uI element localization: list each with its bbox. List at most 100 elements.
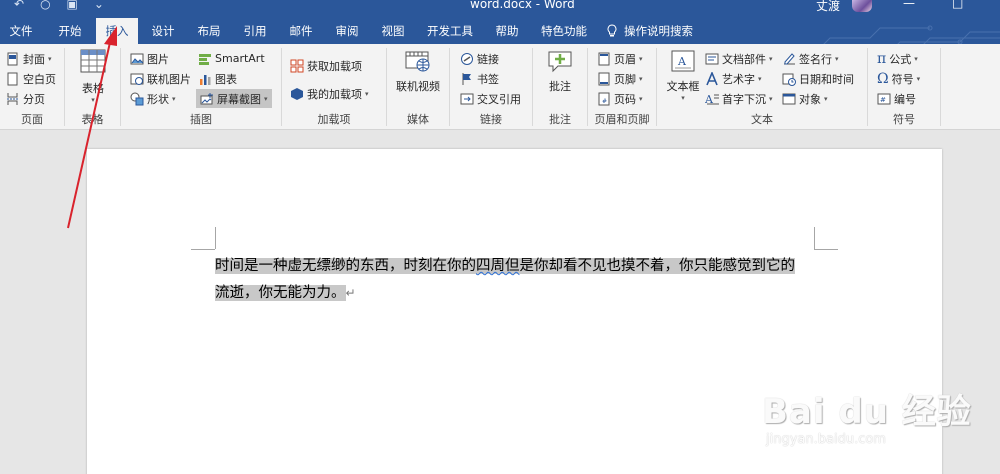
link-icon <box>461 52 473 65</box>
customize-qat-icon[interactable]: ⌄ <box>94 0 104 11</box>
shapes-label: 形状 <box>147 92 169 106</box>
document-body-text[interactable]: 时间是一种虚无缥缈的东西，时刻在你的四周但是你却看不见也摸不着，你只能感觉到它的… <box>215 253 815 307</box>
my-addins-button[interactable]: 我的加载项 ▾ <box>290 84 369 103</box>
document-title: word.docx - Word <box>470 0 575 11</box>
tab-design[interactable]: 设计 <box>142 18 184 44</box>
cover-page-label: 封面 <box>23 52 45 66</box>
get-addins-button[interactable]: 获取加载项 <box>290 56 362 75</box>
online-pictures-label: 联机图片 <box>147 72 191 86</box>
symbol-button[interactable]: Ω 符号 ▾ <box>877 69 920 88</box>
signature-line-button[interactable]: 签名行 ▾ <box>782 49 839 68</box>
textbox-icon: A <box>671 50 695 72</box>
tab-layout[interactable]: 布局 <box>188 18 230 44</box>
cross-reference-button[interactable]: 交叉引用 <box>460 89 521 108</box>
redo-icon[interactable]: ○ <box>40 0 50 11</box>
bookmark-button[interactable]: 书签 <box>460 69 499 88</box>
tab-references[interactable]: 引用 <box>234 18 276 44</box>
spelling-underlined-text[interactable]: 四周但 <box>476 258 520 274</box>
textbox-label: 文本框 <box>666 80 700 93</box>
online-video-icon <box>405 51 430 72</box>
chart-icon <box>200 74 211 85</box>
wordart-icon <box>706 71 718 85</box>
tab-file[interactable]: 文件 <box>0 18 42 44</box>
equation-button[interactable]: π 公式 ▾ <box>877 49 918 68</box>
table-button[interactable]: 表格 ▾ <box>77 48 109 104</box>
crop-mark <box>215 227 216 249</box>
drop-cap-button[interactable]: A 首字下沉 ▾ <box>705 89 773 108</box>
tab-help[interactable]: 帮助 <box>486 18 528 44</box>
my-addins-icon <box>291 87 303 100</box>
page-number-button[interactable]: # 页码 ▾ <box>597 89 643 108</box>
cover-page-button[interactable]: 封面 ▾ <box>6 49 52 68</box>
online-pictures-button[interactable]: 联机图片 <box>130 69 191 88</box>
group-symbols: π 公式 ▾ Ω 符号 ▾ # 编号 符号 <box>868 44 940 130</box>
wordart-button[interactable]: 艺术字 ▾ <box>705 69 762 88</box>
link-button[interactable]: 链接 <box>460 49 499 68</box>
cover-page-icon <box>7 52 18 65</box>
screenshot-icon <box>200 92 213 104</box>
avatar[interactable] <box>852 0 872 12</box>
smartart-label: SmartArt <box>215 52 265 65</box>
tab-insert[interactable]: 插入 <box>96 18 138 45</box>
tell-me-search[interactable]: 操作说明搜索 <box>606 18 716 44</box>
tab-special-features[interactable]: 特色功能 <box>534 18 594 44</box>
online-video-label: 联机视频 <box>396 80 440 93</box>
cross-reference-label: 交叉引用 <box>477 92 521 106</box>
table-icon <box>80 49 106 73</box>
selected-text-line-1b[interactable]: 是你却看不见也摸不着，你只能感觉到它的 <box>519 258 795 274</box>
new-comment-label: 批注 <box>549 80 571 93</box>
new-comment-button[interactable]: 批注 <box>541 48 579 94</box>
undo-icon[interactable]: ↶ <box>14 0 24 11</box>
pictures-button[interactable]: 图片 <box>130 49 169 68</box>
screenshot-button[interactable]: 屏幕截图 ▾ <box>196 89 272 108</box>
calendar-clock-icon <box>782 73 796 86</box>
chart-button[interactable]: 图表 <box>198 69 237 88</box>
group-label-pages: 页面 <box>21 113 43 126</box>
minimize-button[interactable]: — <box>903 0 915 10</box>
number-button[interactable]: # 编号 <box>877 89 916 108</box>
footer-icon <box>598 72 610 85</box>
tab-home[interactable]: 开始 <box>48 18 92 44</box>
restore-button[interactable]: □ <box>952 0 963 10</box>
shapes-button[interactable]: 形状 ▾ <box>130 89 176 108</box>
selected-text-line-1a[interactable]: 时间是一种虚无缥缈的东西，时刻在你的 <box>215 258 476 274</box>
number-label: 编号 <box>894 92 916 106</box>
user-name[interactable]: 丈渡 <box>816 0 840 14</box>
smartart-button[interactable]: SmartArt <box>198 49 265 68</box>
touch-mode-icon[interactable]: ▣ <box>67 0 78 11</box>
crop-mark <box>814 227 815 249</box>
textbox-button[interactable]: A 文本框 ▾ <box>663 48 703 102</box>
quick-parts-button[interactable]: 文档部件 ▾ <box>705 49 773 68</box>
tab-mailings[interactable]: 邮件 <box>280 18 322 44</box>
drop-cap-label: 首字下沉 <box>722 92 766 106</box>
watermark-url: jingyan.baidu.com <box>766 432 886 447</box>
number-icon: # <box>877 93 891 104</box>
tab-view[interactable]: 视图 <box>372 18 414 44</box>
cross-reference-icon <box>460 93 474 104</box>
baidu-watermark: Bai du 经验 jingyan.baidu.com <box>762 384 992 454</box>
group-illustrations: 图片 联机图片 形状 ▾ SmartArt 图表 屏幕截图 ▾ 插图 <box>121 44 281 130</box>
group-label-comments: 批注 <box>549 113 571 126</box>
tab-developer[interactable]: 开发工具 <box>420 18 480 44</box>
object-button[interactable]: 对象 ▾ <box>782 89 828 108</box>
footer-button[interactable]: 页脚 ▾ <box>597 69 643 88</box>
svg-text:#: # <box>602 98 607 105</box>
omega-icon: Ω <box>877 70 889 87</box>
signature-line-label: 签名行 <box>799 52 832 66</box>
watermark-logo-text: Bai du 经验 <box>762 392 972 432</box>
tab-review[interactable]: 审阅 <box>326 18 368 44</box>
date-time-button[interactable]: 日期和时间 <box>782 69 854 88</box>
group-label-media: 媒体 <box>407 113 429 126</box>
online-picture-icon <box>130 73 144 85</box>
page-break-label: 分页 <box>23 92 45 106</box>
group-label-links: 链接 <box>480 113 502 126</box>
selected-text-line-2[interactable]: 流逝，你无能为力。 <box>215 285 346 301</box>
object-label: 对象 <box>799 92 821 106</box>
header-button[interactable]: 页眉 ▾ <box>597 49 643 68</box>
online-video-button[interactable]: 联机视频 <box>395 48 441 94</box>
header-icon <box>598 52 610 65</box>
blank-page-button[interactable]: 空白页 <box>6 69 56 88</box>
page-break-button[interactable]: 分页 <box>6 89 45 108</box>
picture-icon <box>130 53 144 64</box>
group-text: A 文本框 ▾ 文档部件 ▾ 艺术字 ▾ A 首字下沉 ▾ 签名行 ▾ 日期和时间 对象 ▾ <box>657 44 867 130</box>
